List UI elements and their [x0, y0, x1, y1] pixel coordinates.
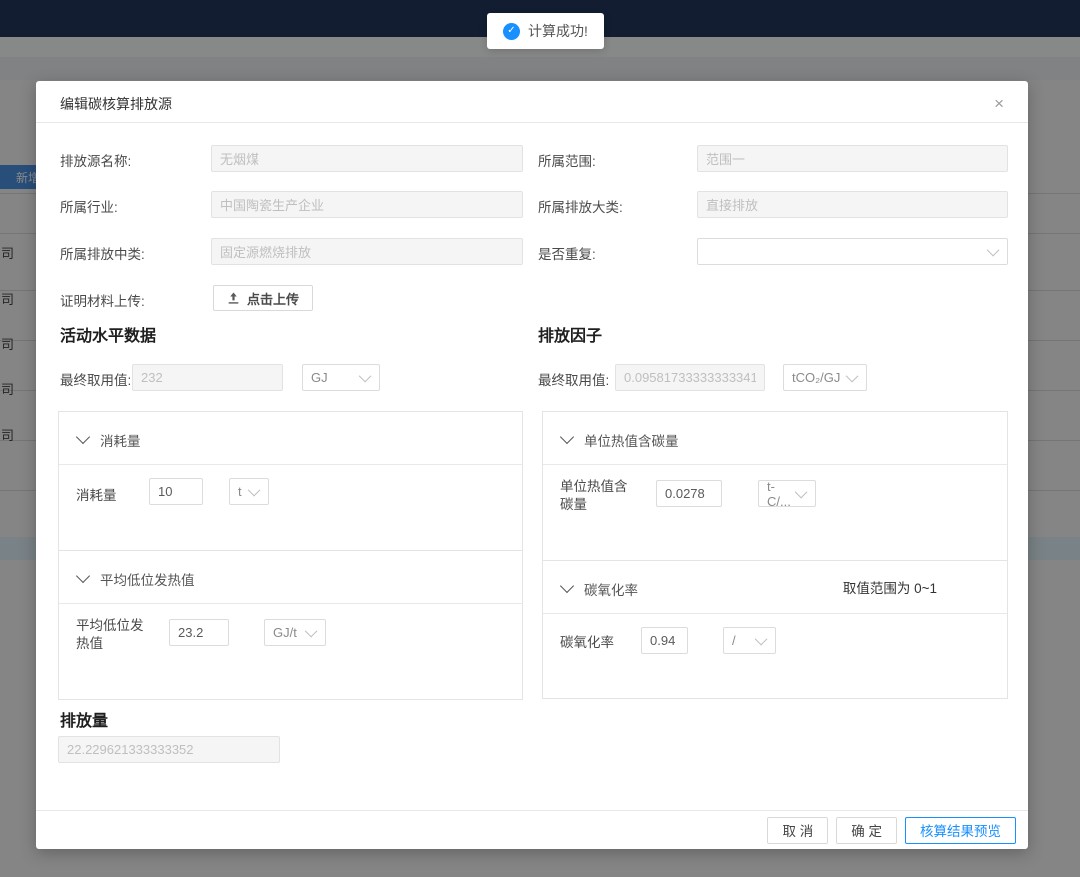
carbon-content-input[interactable]: [656, 480, 722, 507]
consumption-row-label: 消耗量: [76, 487, 117, 505]
oxidation-rate-unit-value: /: [732, 633, 736, 648]
heating-value-panel-title: 平均低位发热值: [100, 569, 195, 589]
heating-value-unit-select[interactable]: GJ/t: [264, 619, 326, 646]
source-name-label: 排放源名称:: [60, 150, 131, 170]
factor-section-heading: 排放因子: [538, 322, 602, 346]
is-duplicate-select[interactable]: [697, 238, 1008, 265]
chevron-down-icon: [795, 486, 808, 499]
carbon-content-unit-select[interactable]: t-C/...: [758, 480, 816, 507]
is-duplicate-label: 是否重复:: [538, 243, 596, 263]
factor-unit-value: tCO₂/GJ: [792, 370, 840, 385]
emission-field: [58, 736, 280, 763]
upload-label: 证明材料上传:: [60, 290, 145, 310]
heating-value-panel-header[interactable]: 平均低位发热值: [59, 551, 522, 604]
success-check-icon: ✓: [503, 23, 520, 40]
chevron-down-icon: [305, 625, 318, 638]
factor-unit-select[interactable]: tCO₂/GJ: [783, 364, 867, 391]
chevron-down-icon: [248, 484, 261, 497]
activity-final-field: [132, 364, 283, 391]
major-category-field: [697, 191, 1008, 218]
mid-category-label: 所属排放中类:: [60, 243, 145, 263]
industry-label: 所属行业:: [60, 196, 118, 216]
ok-button[interactable]: 确 定: [836, 817, 897, 844]
activity-final-label: 最终取用值:: [60, 369, 131, 389]
carbon-content-unit-value: t-C/...: [767, 479, 792, 509]
oxidation-rate-input[interactable]: [641, 627, 688, 654]
chevron-down-icon: [846, 370, 859, 383]
close-icon[interactable]: ×: [990, 91, 1008, 116]
factor-final-field: [615, 364, 765, 391]
source-name-field: [211, 145, 523, 172]
scope-label: 所属范围:: [538, 150, 596, 170]
upload-icon: [227, 292, 240, 305]
consumption-panel-header[interactable]: 消耗量: [59, 412, 522, 465]
scope-field: [697, 145, 1008, 172]
oxidation-rate-panel: 碳氧化率 取值范围为 0~1 碳氧化率 /: [542, 560, 1008, 699]
heating-value-input[interactable]: [169, 619, 229, 646]
oxidation-rate-panel-header[interactable]: 碳氧化率 取值范围为 0~1: [543, 561, 1007, 614]
consumption-input[interactable]: [149, 478, 203, 505]
factor-panels: 单位热值含碳量 单位热值含碳量 t-C/... 碳氧化率 取值范围为 0~1 碳…: [542, 411, 1008, 699]
activity-panels: 消耗量 消耗量 t 平均低位发热值 平均低位发热值 GJ/t: [58, 411, 523, 700]
emission-heading: 排放量: [60, 707, 108, 731]
collapse-chevron-icon: [76, 569, 90, 583]
collapse-chevron-icon: [560, 579, 574, 593]
toast-text: 计算成功!: [528, 21, 588, 41]
chevron-down-icon: [359, 370, 372, 383]
heating-value-unit-value: GJ/t: [273, 625, 297, 640]
edit-emission-source-dialog: 编辑碳核算排放源 × 排放源名称: 所属范围: 所属行业: 所属排放大类: 所属…: [36, 81, 1028, 849]
oxidation-rate-panel-title: 碳氧化率: [584, 579, 638, 599]
factor-final-label: 最终取用值:: [538, 369, 609, 389]
upload-button-label: 点击上传: [247, 289, 299, 308]
chevron-down-icon: [987, 244, 1000, 257]
activity-section-heading: 活动水平数据: [60, 322, 156, 346]
collapse-chevron-icon: [76, 430, 90, 444]
oxidation-rate-unit-select[interactable]: /: [723, 627, 776, 654]
cancel-button[interactable]: 取 消: [767, 817, 828, 844]
carbon-content-panel-title: 单位热值含碳量: [584, 430, 679, 450]
upload-button[interactable]: 点击上传: [213, 285, 313, 311]
carbon-content-panel: 单位热值含碳量 单位热值含碳量 t-C/...: [542, 411, 1008, 561]
carbon-content-panel-header[interactable]: 单位热值含碳量: [543, 412, 1007, 465]
dialog-footer: 取 消 确 定 核算结果预览: [36, 810, 1028, 849]
toast-message: ✓ 计算成功!: [487, 13, 604, 49]
consumption-unit-select[interactable]: t: [229, 478, 269, 505]
oxidation-rate-row-label: 碳氧化率: [560, 634, 614, 652]
consumption-panel: 消耗量 消耗量 t: [58, 411, 523, 551]
major-category-label: 所属排放大类:: [538, 196, 623, 216]
dialog-header: 编辑碳核算排放源 ×: [36, 81, 1028, 123]
activity-unit-value: GJ: [311, 370, 328, 385]
chevron-down-icon: [755, 633, 768, 646]
activity-unit-select[interactable]: GJ: [302, 364, 380, 391]
heating-value-row-label: 平均低位发热值: [76, 617, 148, 653]
industry-field: [211, 191, 523, 218]
preview-result-button[interactable]: 核算结果预览: [905, 817, 1016, 844]
heating-value-panel: 平均低位发热值 平均低位发热值 GJ/t: [58, 550, 523, 700]
dialog-title: 编辑碳核算排放源: [60, 94, 172, 114]
collapse-chevron-icon: [560, 430, 574, 444]
consumption-unit-value: t: [238, 484, 242, 499]
consumption-panel-title: 消耗量: [100, 430, 141, 450]
mid-category-field: [211, 238, 523, 265]
carbon-content-row-label: 单位热值含碳量: [560, 478, 636, 514]
oxidation-rate-range-note: 取值范围为 0~1: [843, 577, 937, 597]
